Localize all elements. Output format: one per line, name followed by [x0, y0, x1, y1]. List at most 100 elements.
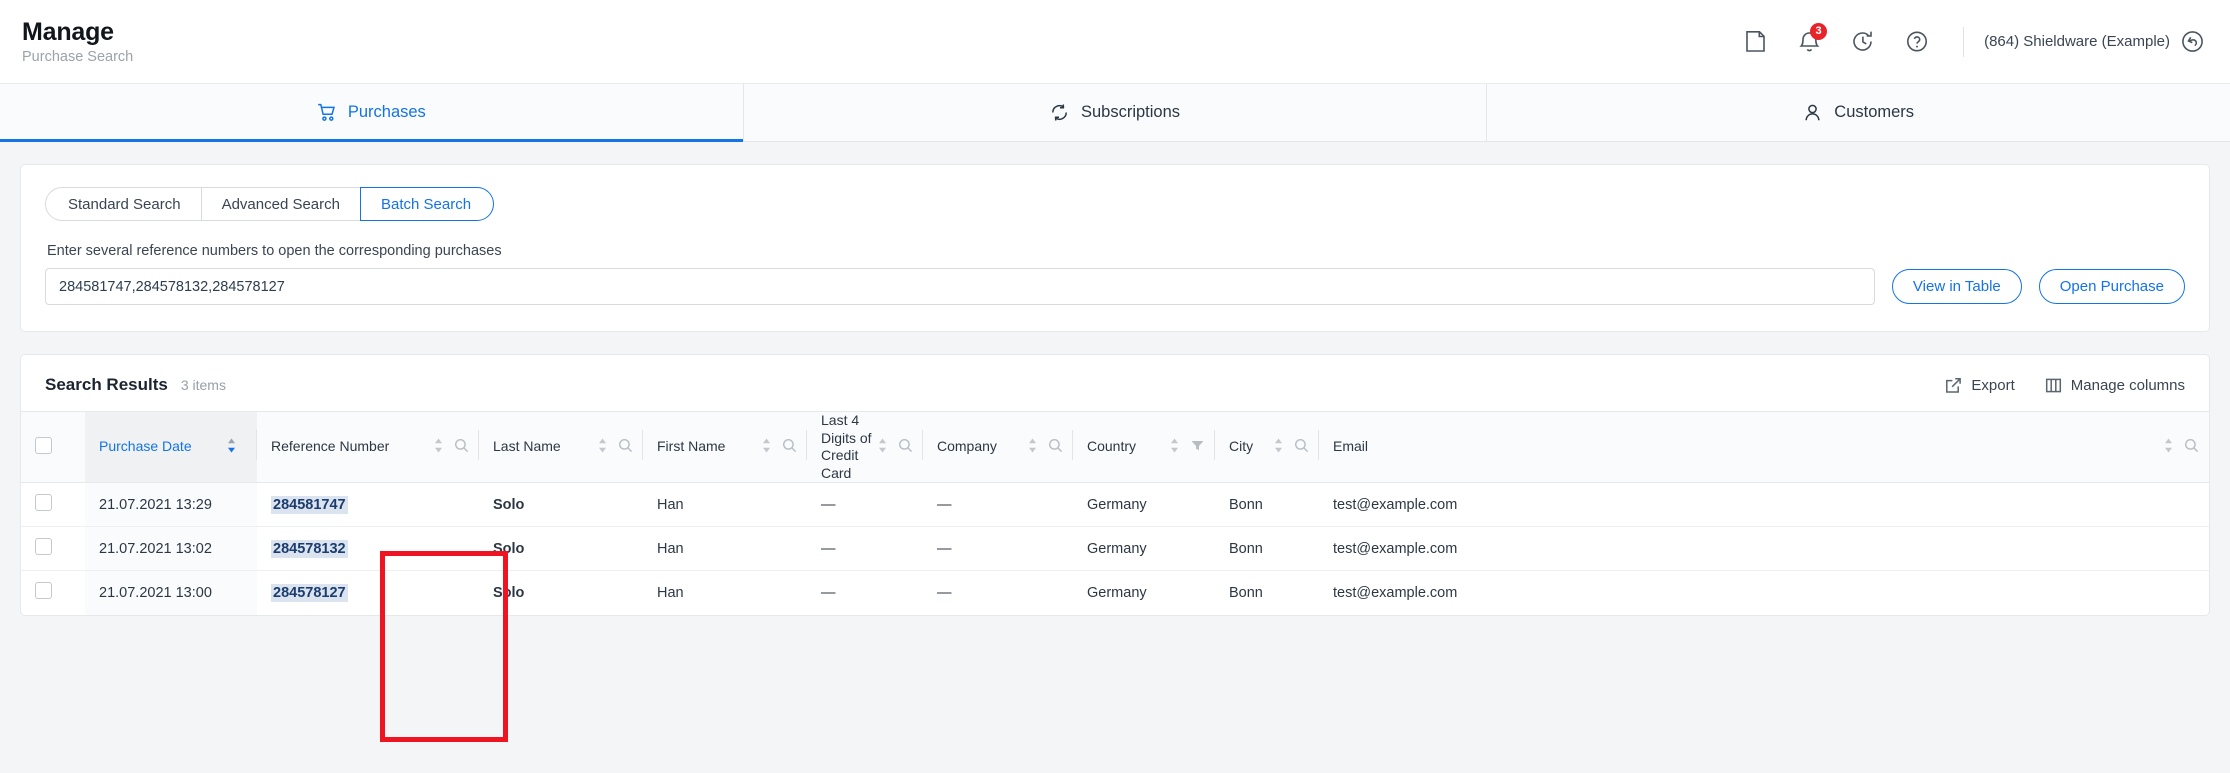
reference-number-link[interactable]: 284581747 [271, 495, 348, 514]
tab-subscriptions-label: Subscriptions [1080, 103, 1181, 121]
user-person-icon [1803, 103, 1822, 122]
cell-reference-number: 284581747 [257, 482, 479, 527]
cell-email: test@example.com [1319, 526, 2209, 571]
cell-company: — [923, 526, 1073, 571]
column-country[interactable]: Country [1073, 411, 1215, 483]
sort-icon[interactable] [878, 438, 887, 456]
cell-first-name: Han [657, 584, 684, 601]
column-reference-number[interactable]: Reference Number [257, 411, 479, 483]
column-search-icon[interactable] [618, 438, 633, 456]
results-toolbar: Export Manage columns [1915, 377, 2185, 394]
search-mode-batch[interactable]: Batch Search [360, 187, 495, 221]
cell-city: Bonn [1215, 482, 1319, 527]
tab-purchases[interactable]: Purchases [0, 84, 744, 142]
results-table: Purchase Date Reference Number Last Name… [21, 411, 2209, 615]
help-question-icon[interactable] [1897, 22, 1937, 62]
column-first-name[interactable]: First Name [643, 411, 807, 483]
column-city[interactable]: City [1215, 411, 1319, 483]
cell-country: Germany [1073, 526, 1215, 571]
cell-last-4-digits: — [807, 526, 923, 571]
notifications-bell-icon[interactable]: 3 [1789, 22, 1829, 62]
search-mode-advanced[interactable]: Advanced Search [200, 187, 360, 221]
cell-city: Bonn [1215, 526, 1319, 571]
reference-number-link[interactable]: 284578127 [271, 583, 348, 602]
account-switcher[interactable]: (864) Shieldware (Example) [1984, 30, 2204, 53]
results-header: Search Results 3 items Export Manage col… [21, 355, 2209, 411]
column-company[interactable]: Company [923, 411, 1073, 483]
column-email-label: Email [1333, 438, 1369, 455]
manage-columns-button[interactable]: Manage columns [2045, 377, 2185, 394]
row-checkbox[interactable] [35, 582, 52, 600]
sort-icon[interactable] [227, 438, 236, 456]
header-actions: 3 (864) Shieldware (Example) [1721, 22, 2204, 62]
column-search-icon[interactable] [1294, 438, 1309, 456]
column-purchase-date-label: Purchase Date [99, 438, 192, 455]
cell-last-name: Solo [479, 526, 643, 571]
sort-icon[interactable] [2164, 438, 2173, 456]
app-header: Manage Purchase Search 3 (864) Shieldwar… [0, 0, 2230, 84]
column-purchase-date[interactable]: Purchase Date [85, 411, 257, 483]
search-mode-standard[interactable]: Standard Search [45, 187, 201, 221]
results-title: Search Results [45, 375, 168, 394]
cell-purchase-date: 21.07.2021 13:29 [85, 482, 257, 527]
column-filter-icon[interactable] [1190, 438, 1205, 456]
row-select-cell [21, 526, 85, 571]
cell-last-4-digits: — [807, 482, 923, 527]
column-city-label: City [1229, 438, 1254, 455]
column-country-label: Country [1087, 438, 1137, 455]
column-search-icon[interactable] [454, 438, 469, 456]
column-email[interactable]: Email [1319, 411, 2209, 483]
cell-company: — [937, 584, 952, 601]
refresh-sync-icon [1050, 103, 1069, 122]
column-last-4-digits-credit-card[interactable]: Last 4 Digits of Credit Card [807, 411, 923, 483]
cell-company: — [923, 482, 1073, 527]
history-clock-icon[interactable] [1843, 22, 1883, 62]
cell-country: Germany [1087, 584, 1147, 601]
back-arrow-icon[interactable] [2181, 30, 2204, 53]
sort-icon[interactable] [1274, 438, 1283, 456]
column-last-name[interactable]: Last Name [479, 411, 643, 483]
manage-columns-label: Manage columns [2070, 376, 2185, 394]
column-search-icon[interactable] [898, 438, 913, 456]
table-row[interactable]: 21.07.2021 13:00 284578127 Solo Han — — … [21, 570, 2209, 615]
row-checkbox[interactable] [35, 494, 52, 511]
shopping-cart-icon [317, 103, 336, 122]
open-purchase-button[interactable]: Open Purchase [2038, 269, 2185, 304]
sort-icon[interactable] [1028, 438, 1037, 456]
main-tabbar: Purchases Subscriptions Customers [0, 84, 2230, 142]
export-button[interactable]: Export [1945, 377, 2015, 394]
sort-icon[interactable] [1170, 438, 1179, 456]
cell-reference-number: 284578132 [257, 526, 479, 571]
row-checkbox[interactable] [35, 538, 52, 555]
column-last-4-digits-credit-card-label: Last 4 Digits of Credit Card [821, 412, 872, 481]
page-subtitle: Purchase Search [22, 48, 134, 65]
table-row[interactable]: 21.07.2021 13:02 284578132 Solo Han — — … [21, 526, 2209, 571]
cell-purchase-date: 21.07.2021 13:00 [85, 570, 257, 615]
row-select-cell [21, 571, 85, 615]
page-title-block: Manage Purchase Search [22, 18, 133, 66]
search-card: Standard Search Advanced Search Batch Se… [20, 164, 2210, 332]
column-search-icon[interactable] [782, 438, 797, 456]
cell-last-name: Solo [493, 584, 525, 601]
column-search-icon[interactable] [1048, 438, 1063, 456]
batch-input-label: Enter several reference numbers to open … [47, 243, 502, 259]
notification-badge: 3 [1810, 22, 1828, 40]
row-select-cell [21, 482, 85, 527]
reference-numbers-input[interactable] [45, 268, 1875, 305]
column-reference-number-label: Reference Number [271, 438, 390, 455]
select-all-checkbox[interactable] [35, 437, 52, 454]
sort-icon[interactable] [762, 438, 771, 456]
view-in-table-button[interactable]: View in Table [1891, 269, 2022, 304]
reference-number-link[interactable]: 284578132 [271, 539, 348, 558]
tab-subscriptions[interactable]: Subscriptions [744, 84, 1488, 141]
page-title: Manage [22, 17, 114, 46]
table-row[interactable]: 21.07.2021 13:29 284581747 Solo Han — — … [21, 482, 2209, 527]
search-results-card: Search Results 3 items Export Manage col… [20, 354, 2210, 616]
sort-icon[interactable] [598, 438, 607, 456]
tab-customers[interactable]: Customers [1487, 84, 2230, 141]
cell-last-4-digits: — [821, 584, 836, 601]
cell-first-name: Han [643, 482, 807, 527]
note-icon[interactable] [1735, 22, 1775, 62]
column-search-icon[interactable] [2184, 438, 2199, 456]
sort-icon[interactable] [434, 438, 443, 456]
